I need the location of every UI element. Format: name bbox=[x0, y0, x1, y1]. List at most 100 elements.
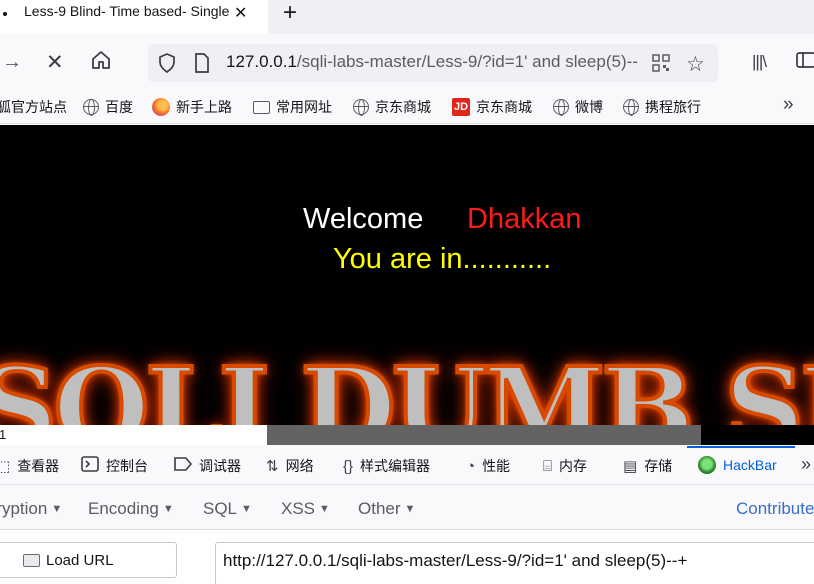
bookmark-item[interactable]: 微博 bbox=[553, 97, 603, 117]
bookmark-label: 新手上路 bbox=[176, 99, 232, 115]
menu-encoding[interactable]: Encoding ▼ bbox=[88, 499, 174, 519]
bookmark-label: 京东商城 bbox=[476, 99, 532, 115]
globe-icon bbox=[83, 99, 99, 116]
new-tab-button[interactable]: + bbox=[283, 0, 297, 27]
bookmark-item[interactable]: 携程旅行 bbox=[623, 97, 701, 117]
page-content: Welcome Dhakkan You are in........... SQ… bbox=[0, 125, 814, 425]
tracking-protection-icon[interactable] bbox=[158, 53, 176, 78]
tab-inspector[interactable]: ⬚ 查看器 bbox=[0, 456, 59, 476]
tab-style-editor[interactable]: {} 样式编辑器 bbox=[343, 456, 430, 476]
menu-xss[interactable]: XSS ▼ bbox=[281, 499, 330, 519]
bookmark-label: 微博 bbox=[575, 99, 603, 115]
bookmark-label: 百度 bbox=[105, 99, 133, 115]
devtools-tab-bar: ⬚ 查看器 控制台 调试器 ⇅ 网络 {} 样式编辑器 ◔ 性能 ⌸ 内存 ▤ … bbox=[0, 445, 814, 485]
welcome-text: Welcome bbox=[303, 203, 424, 235]
contribute-link[interactable]: Contribute bbox=[736, 499, 814, 519]
menu-label: Encoding bbox=[88, 499, 159, 518]
menu-sql[interactable]: SQL ▼ bbox=[203, 499, 252, 519]
performance-icon: ◔ bbox=[466, 457, 476, 475]
bookmark-star-icon[interactable]: ☆ bbox=[686, 52, 705, 77]
globe-icon bbox=[553, 99, 569, 116]
load-url-icon bbox=[23, 553, 40, 567]
jd-icon: JD bbox=[452, 98, 470, 116]
user-name-text: Dhakkan bbox=[467, 203, 582, 235]
home-button[interactable] bbox=[90, 50, 112, 76]
load-url-button[interactable]: Load URL bbox=[0, 542, 177, 578]
bookmark-item[interactable]: 京东商城 bbox=[353, 97, 431, 117]
url-text[interactable]: 127.0.0.1/sqli-labs-master/Less-9/?id=1'… bbox=[226, 52, 638, 72]
more-bookmarks-chevron-icon[interactable]: » bbox=[783, 94, 794, 116]
bookmark-label: 常用网址 bbox=[276, 99, 332, 115]
menu-label: Encryption bbox=[0, 499, 48, 518]
globe-icon bbox=[353, 99, 369, 116]
hackbar-icon bbox=[698, 456, 716, 474]
browser-tab[interactable]: Less-9 Blind- Time based- Single Quotes-… bbox=[0, 0, 268, 34]
menu-label: Other bbox=[358, 499, 401, 518]
bookmark-item[interactable]: 新手上路 bbox=[152, 97, 232, 117]
tab-label: 调试器 bbox=[199, 458, 241, 474]
sqli-dumb-series-banner: SQLI DUMB SERIES bbox=[0, 341, 814, 425]
more-tabs-chevron-icon[interactable]: » bbox=[801, 454, 811, 475]
tab-console[interactable]: 控制台 bbox=[81, 456, 148, 476]
status-bar-segment bbox=[267, 425, 701, 445]
debugger-icon bbox=[174, 457, 193, 475]
tab-title: Less-9 Blind- Time based- Single Quotes-… bbox=[24, 3, 234, 19]
folder-icon bbox=[253, 100, 270, 114]
loading-dot-icon bbox=[3, 12, 7, 16]
bookmark-label: 携程旅行 bbox=[645, 99, 701, 115]
active-tab-indicator bbox=[687, 446, 795, 448]
tab-label: HackBar bbox=[723, 457, 777, 473]
menu-label: SQL bbox=[203, 499, 238, 518]
tab-label: 样式编辑器 bbox=[360, 458, 431, 474]
inspector-icon: ⬚ bbox=[0, 458, 11, 475]
stop-icon[interactable]: ✕ bbox=[46, 50, 64, 75]
menu-encryption[interactable]: Encryption▼ bbox=[0, 499, 62, 519]
page-info-icon[interactable] bbox=[194, 53, 210, 78]
caret-down-icon: ▼ bbox=[404, 503, 416, 515]
address-bar[interactable]: 127.0.0.1/sqli-labs-master/Less-9/?id=1'… bbox=[148, 44, 718, 82]
qr-code-icon[interactable] bbox=[652, 54, 670, 77]
tab-debugger[interactable]: 调试器 bbox=[174, 456, 241, 476]
tab-network[interactable]: ⇅ 网络 bbox=[266, 456, 314, 476]
tab-label: 内存 bbox=[559, 458, 588, 474]
menu-label: XSS bbox=[281, 499, 316, 518]
menu-other[interactable]: Other ▼ bbox=[358, 499, 415, 519]
network-icon: ⇅ bbox=[266, 458, 279, 475]
tab-label: 存储 bbox=[644, 458, 673, 474]
status-message: You are in........... bbox=[333, 243, 552, 275]
url-path: /sqli-labs-master/Less-9/?id=1' and slee… bbox=[296, 52, 638, 71]
browser-window: Less-9 Blind- Time based- Single Quotes-… bbox=[0, 0, 814, 584]
forward-icon[interactable]: → bbox=[2, 51, 22, 74]
tab-storage[interactable]: ▤ 存储 bbox=[623, 456, 672, 476]
close-tab-icon[interactable]: ✕ bbox=[234, 3, 247, 23]
library-icon[interactable]: |||\ bbox=[752, 52, 767, 72]
bookmark-label: 京东商城 bbox=[375, 99, 431, 115]
hackbar-body: Load URL http://127.0.0.1/sqli-labs-mast… bbox=[0, 530, 814, 584]
bookmark-item[interactable]: 百度 bbox=[83, 97, 133, 117]
caret-down-icon: ▼ bbox=[319, 503, 330, 515]
memory-icon: ⌸ bbox=[543, 457, 553, 475]
home-icon bbox=[92, 51, 110, 69]
bookmark-item[interactable]: 狐官方站点 bbox=[0, 97, 67, 117]
bookmark-item[interactable]: 常用网址 bbox=[253, 97, 332, 117]
storage-icon: ▤ bbox=[623, 458, 638, 475]
bookmark-label: 狐官方站点 bbox=[0, 99, 67, 115]
tab-label: 性能 bbox=[482, 458, 511, 474]
tab-strip: Less-9 Blind- Time based- Single Quotes-… bbox=[0, 0, 814, 34]
firefox-icon bbox=[152, 98, 170, 116]
tab-label: 查看器 bbox=[17, 458, 60, 474]
status-strip: 1 bbox=[0, 425, 814, 445]
load-url-label: Load URL bbox=[46, 551, 114, 569]
hackbar-menu: Encryption▼ Encoding▼ SQL▼ XSS▼ Other▼ C… bbox=[0, 485, 814, 530]
status-bar-segment bbox=[701, 425, 814, 445]
caret-down-icon: ▼ bbox=[241, 503, 252, 515]
console-icon bbox=[81, 456, 99, 476]
tab-memory[interactable]: ⌸ 内存 bbox=[543, 456, 587, 476]
tab-performance[interactable]: ◔ 性能 bbox=[466, 456, 510, 476]
globe-icon bbox=[623, 99, 639, 116]
sidebar-icon[interactable] bbox=[796, 51, 814, 75]
tab-hackbar[interactable]: HackBar bbox=[698, 456, 777, 474]
bookmark-item[interactable]: JD 京东商城 bbox=[452, 97, 532, 117]
tab-label: 控制台 bbox=[106, 458, 148, 474]
hackbar-url-input[interactable]: http://127.0.0.1/sqli-labs-master/Less-9… bbox=[215, 542, 814, 584]
